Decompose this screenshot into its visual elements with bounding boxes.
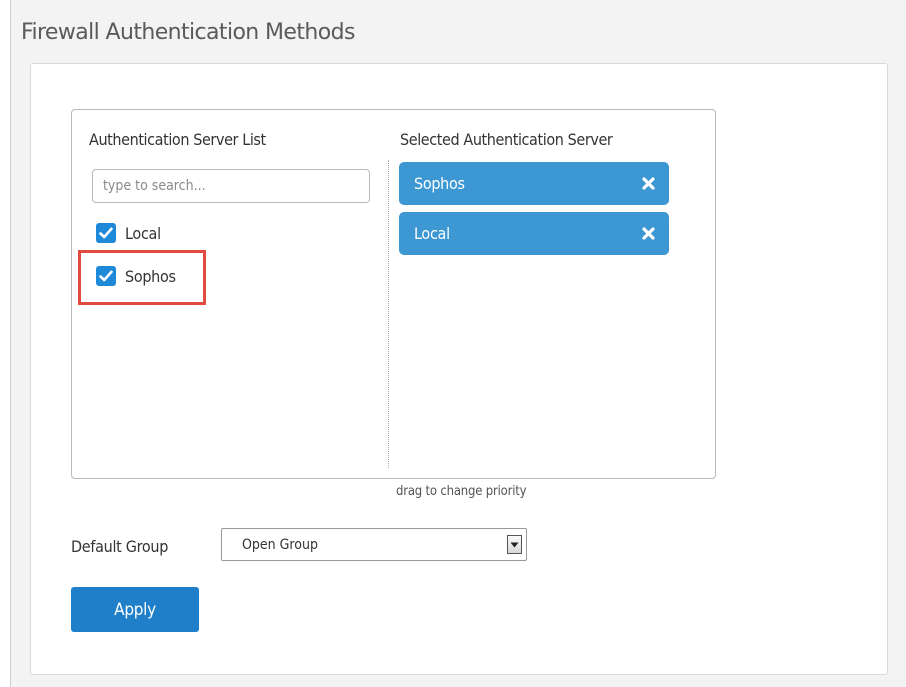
- selected-server-sophos[interactable]: Sophos: [399, 162, 669, 205]
- selected-server-label: Local: [414, 224, 450, 243]
- selected-servers-title: Selected Authentication Server: [400, 130, 613, 149]
- selected-server-label: Sophos: [414, 174, 465, 193]
- checkbox-sophos[interactable]: [96, 266, 116, 286]
- remove-sophos-button[interactable]: [640, 176, 656, 192]
- server-item-label: Local: [125, 223, 161, 243]
- default-group-select[interactable]: Open Group: [221, 528, 527, 561]
- server-item-label: Sophos: [125, 266, 176, 286]
- server-list-title: Authentication Server List: [89, 130, 266, 149]
- dropdown-arrow-button[interactable]: [507, 535, 522, 554]
- close-icon: [641, 177, 655, 190]
- default-group-value: Open Group: [242, 536, 318, 553]
- checkmark-icon: [99, 227, 113, 239]
- selected-server-local[interactable]: Local: [399, 212, 669, 255]
- checkbox-local[interactable]: [96, 223, 116, 243]
- apply-button[interactable]: Apply: [71, 587, 199, 632]
- server-item-sophos[interactable]: Sophos: [96, 265, 176, 287]
- server-item-local[interactable]: Local: [96, 222, 161, 244]
- priority-hint: drag to change priority: [396, 484, 527, 499]
- remove-local-button[interactable]: [640, 226, 656, 242]
- server-search-input[interactable]: [92, 169, 370, 203]
- close-icon: [641, 227, 655, 240]
- column-divider: [388, 160, 389, 468]
- checkmark-icon: [99, 270, 113, 282]
- default-group-label: Default Group: [71, 537, 169, 556]
- page-title: Firewall Authentication Methods: [21, 20, 355, 45]
- triangle-down-icon: [510, 542, 519, 547]
